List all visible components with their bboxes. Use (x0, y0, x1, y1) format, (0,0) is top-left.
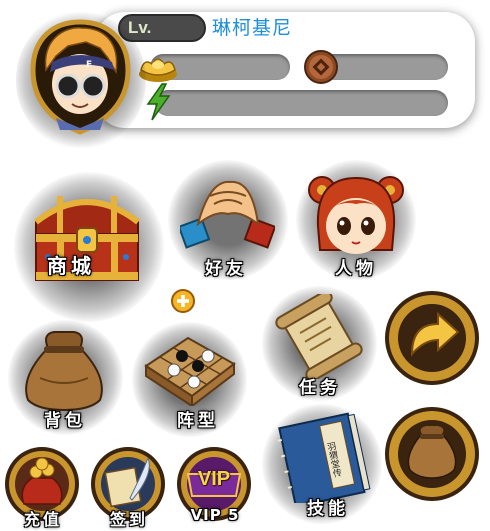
quests-label[interactable]: 任务 (280, 373, 360, 398)
shop-label[interactable]: 商城 (36, 250, 106, 279)
vip-level-label[interactable]: VIP 5 (184, 506, 246, 524)
quests-scroll-icon[interactable] (274, 294, 364, 379)
pouch-icon[interactable] (382, 404, 482, 504)
energy-bar (155, 90, 448, 116)
recharge-label[interactable]: 充值 (12, 506, 74, 530)
skills-label[interactable]: 技能 (288, 494, 368, 519)
formation-label[interactable]: 阵型 (158, 406, 238, 431)
svg-text:F: F (86, 60, 92, 70)
characters-label[interactable]: 人物 (316, 254, 396, 279)
arrow-forward-icon[interactable] (382, 288, 482, 388)
lightning-icon (146, 83, 171, 121)
bag-money-bag-icon[interactable] (18, 328, 110, 413)
copper-coin-icon (304, 50, 338, 84)
signin-label[interactable]: 签到 (98, 506, 160, 530)
skills-book-icon[interactable]: 羽猬堂传 (272, 408, 372, 503)
friends-handshake-icon[interactable] (180, 170, 275, 255)
bag-label[interactable]: 背包 (26, 406, 104, 431)
characters-girl-portrait-icon[interactable] (306, 168, 406, 263)
formation-go-board-icon[interactable] (138, 326, 240, 406)
player-name: 琳柯基尼 (212, 17, 293, 39)
friends-label[interactable]: 好友 (190, 254, 262, 279)
add-icon[interactable] (170, 288, 196, 314)
player-avatar[interactable]: F (28, 18, 133, 136)
vip-badge-text: VIP (197, 468, 231, 490)
